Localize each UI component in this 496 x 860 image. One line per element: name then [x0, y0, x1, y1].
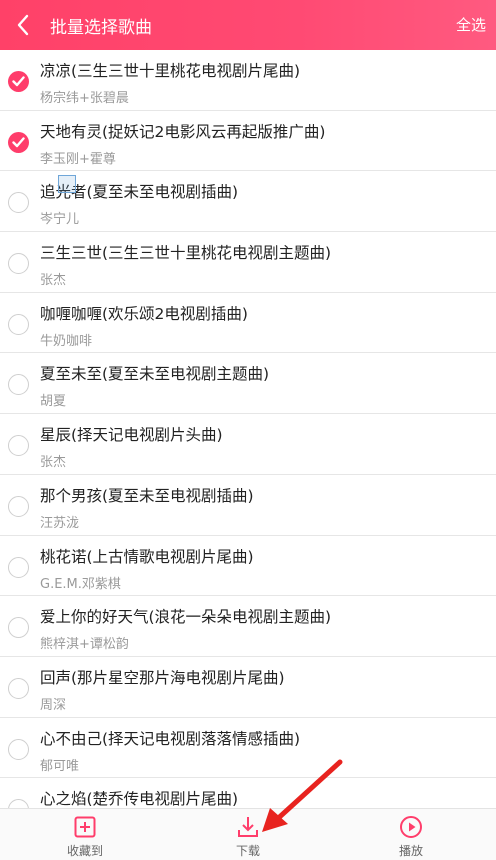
song-artist: 周深 — [40, 697, 67, 713]
add-square-icon — [74, 816, 96, 838]
unchecked-circle-icon[interactable] — [8, 435, 29, 457]
song-list-item[interactable]: 夏至未至(夏至未至电视剧主题曲) 胡夏 — [0, 353, 496, 415]
unchecked-circle-icon[interactable] — [8, 495, 29, 517]
song-title: 爱上你的好天气(浪花一朵朵电视剧主题曲) — [40, 608, 332, 627]
song-artist: 杨宗纬+张碧晨 — [40, 91, 129, 106]
checked-circle-icon[interactable] — [8, 131, 29, 153]
song-artist: 郁可唯 — [40, 758, 80, 774]
song-title: 咖喱咖喱(欢乐颂2电视剧插曲) — [40, 304, 248, 323]
song-list-item[interactable]: 那个男孩(夏至未至电视剧插曲) 汪苏泷 — [0, 475, 496, 536]
song-title: 回声(那片星空那片海电视剧片尾曲) — [40, 668, 285, 687]
song-title: 星辰(择天记电视剧片头曲) — [40, 426, 223, 445]
download-button[interactable]: 下载 — [208, 809, 288, 860]
song-title: 凉凉(三生三世十里桃花电视剧片尾曲) — [40, 62, 301, 80]
song-list-item[interactable]: 三生三世(三生三世十里桃花电视剧主题曲) 张杰 — [0, 232, 496, 293]
bottom-action-bar: 收藏到 下载 播放 — [0, 808, 496, 860]
song-list-item[interactable]: 咖喱咖喱(欢乐颂2电视剧插曲) 牛奶咖啡 — [0, 293, 496, 354]
song-artist: 胡夏 — [40, 394, 67, 410]
song-list-item[interactable]: 星辰(择天记电视剧片头曲) 张杰 — [0, 414, 496, 475]
song-artist: 岑宁儿 — [40, 212, 80, 228]
unchecked-circle-icon[interactable] — [8, 192, 29, 214]
song-artist: 李玉刚+霍尊 — [40, 151, 116, 167]
unchecked-circle-icon[interactable] — [8, 556, 29, 578]
unchecked-circle-icon[interactable] — [8, 617, 29, 639]
unchecked-circle-icon[interactable] — [8, 374, 29, 396]
song-list-item[interactable]: 回声(那片星空那片海电视剧片尾曲) 周深 — [0, 657, 496, 718]
song-title: 心不由己(择天记电视剧落落情感插曲) — [40, 729, 301, 748]
song-title: 那个男孩(夏至未至电视剧插曲) — [40, 486, 254, 505]
checked-circle-icon[interactable] — [8, 71, 29, 92]
add-to-favorites-button[interactable]: 收藏到 — [45, 809, 125, 860]
song-list-item[interactable]: 凉凉(三生三世十里桃花电视剧片尾曲) 杨宗纬+张碧晨 — [0, 50, 496, 111]
song-artist: 牛奶咖啡 — [40, 333, 93, 349]
song-list-item[interactable]: 桃花诺(上古情歌电视剧片尾曲) G.E.M.邓紫棋 — [0, 536, 496, 597]
song-list-item[interactable]: 追光者(夏至未至电视剧插曲) 岑宁儿 — [0, 171, 496, 233]
batch-select-page: 批量选择歌曲 全选 凉凉(三生三世十里桃花电视剧片尾曲) 杨宗纬+张碧晨天地有灵(… — [0, 0, 496, 860]
checkmark-icon — [12, 136, 25, 147]
song-artist: 张杰 — [40, 455, 67, 471]
header-bar: 批量选择歌曲 全选 — [0, 0, 496, 50]
unchecked-circle-icon[interactable] — [8, 313, 29, 335]
song-title: 追光者(夏至未至电视剧插曲) — [40, 183, 239, 202]
song-list-item[interactable]: 心之焰(楚乔传电视剧片尾曲) — [0, 778, 496, 808]
song-title: 夏至未至(夏至未至电视剧主题曲) — [40, 365, 270, 384]
song-title: 天地有灵(捉妖记2电影风云再起版推广曲) — [40, 122, 326, 141]
unchecked-circle-icon[interactable] — [8, 799, 29, 808]
song-title: 三生三世(三生三世十里桃花电视剧主题曲) — [40, 244, 332, 263]
song-artist: 熊梓淇+谭松韵 — [40, 637, 129, 653]
song-list: 凉凉(三生三世十里桃花电视剧片尾曲) 杨宗纬+张碧晨天地有灵(捉妖记2电影风云再起… — [0, 50, 496, 808]
play-label: 播放 — [398, 844, 423, 858]
chevron-left-icon — [17, 14, 29, 36]
select-all-button[interactable]: 全选 — [456, 0, 486, 50]
unchecked-circle-icon[interactable] — [8, 253, 29, 275]
song-artist: G.E.M.邓紫棋 — [40, 576, 121, 592]
favorite-label: 收藏到 — [66, 844, 103, 858]
song-list-item[interactable]: 天地有灵(捉妖记2电影风云再起版推广曲) 李玉刚+霍尊 — [0, 111, 496, 172]
song-artist: 张杰 — [40, 273, 67, 289]
song-list-item[interactable]: 爱上你的好天气(浪花一朵朵电视剧主题曲) 熊梓淇+谭松韵 — [0, 596, 496, 657]
page-title: 批量选择歌曲 — [50, 17, 152, 38]
download-label: 下载 — [235, 844, 260, 858]
song-title: 桃花诺(上古情歌电视剧片尾曲) — [40, 547, 254, 566]
song-artist: 汪苏泷 — [40, 515, 80, 531]
song-title: 心之焰(楚乔传电视剧片尾曲) — [40, 790, 239, 808]
song-list-item[interactable]: 心不由己(择天记电视剧落落情感插曲) 郁可唯 — [0, 718, 496, 779]
back-button[interactable] — [0, 0, 46, 50]
play-button[interactable]: 播放 — [371, 809, 451, 860]
checkmark-icon — [12, 76, 25, 87]
unchecked-circle-icon[interactable] — [8, 738, 29, 760]
play-circle-icon — [400, 816, 422, 838]
download-icon — [238, 817, 258, 837]
unchecked-circle-icon[interactable] — [8, 677, 29, 699]
